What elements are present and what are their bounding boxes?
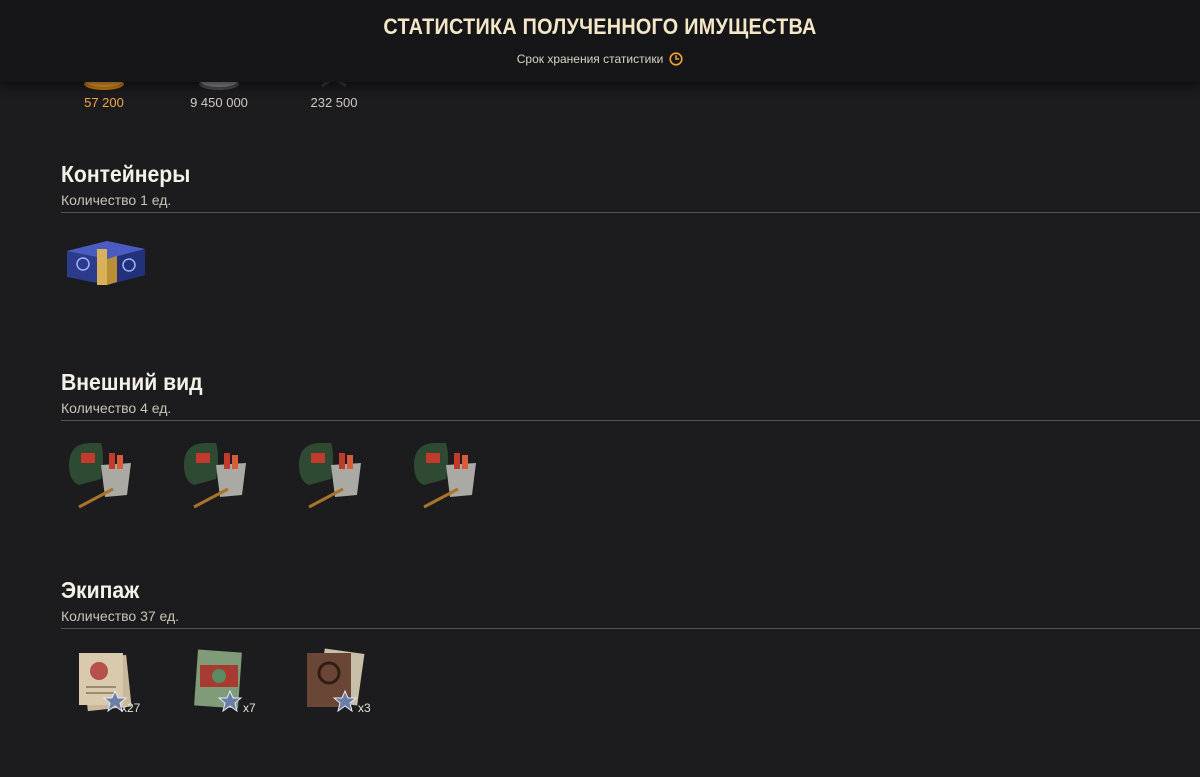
clock-icon[interactable] (669, 52, 683, 66)
page-header: СТАТИСТИКА ПОЛУЧЕННОГО ИМУЩЕСТВА Срок хр… (0, 0, 1200, 82)
section-divider (61, 212, 1200, 213)
storage-period-label: Срок хранения статистики (516, 52, 664, 66)
section-containers: Контейнеры Количество 1 ед. (61, 161, 1200, 317)
section-count: Количество 1 ед. (61, 192, 172, 208)
resource-gold-value: 57 200 (84, 95, 124, 110)
resource-free-xp-value: 232 500 (310, 95, 358, 110)
crew-manual-icon[interactable]: x3 (301, 643, 391, 733)
storage-period-row: Срок хранения статистики (0, 52, 1200, 66)
section-divider (61, 628, 1200, 629)
section-title: Контейнеры (61, 161, 191, 187)
item-quantity: x27 (121, 701, 141, 715)
resource-credits-value: 9 450 000 (190, 95, 248, 110)
section-crew: Экипаж Количество 37 ед. x27 x7 x3 (61, 577, 1200, 733)
item-quantity: x3 (358, 701, 371, 715)
section-title: Внешний вид (61, 369, 203, 395)
camouflage-kit-icon[interactable] (61, 435, 151, 525)
crew-books-icon[interactable]: x27 (71, 643, 161, 733)
section-appearance: Внешний вид Количество 4 ед. (61, 369, 1200, 525)
crew-book-icon[interactable]: x7 (186, 643, 276, 733)
page-title: СТАТИСТИКА ПОЛУЧЕННОГО ИМУЩЕСТВА (383, 14, 817, 39)
camouflage-kit-icon[interactable] (291, 435, 381, 525)
section-count: Количество 37 ед. (61, 608, 180, 624)
container-box-icon[interactable] (61, 227, 151, 317)
camouflage-kit-icon[interactable] (176, 435, 266, 525)
section-count: Количество 4 ед. (61, 400, 172, 416)
camouflage-kit-icon[interactable] (406, 435, 496, 525)
section-title: Экипаж (61, 577, 140, 603)
section-divider (61, 420, 1200, 421)
item-quantity: x7 (243, 701, 256, 715)
